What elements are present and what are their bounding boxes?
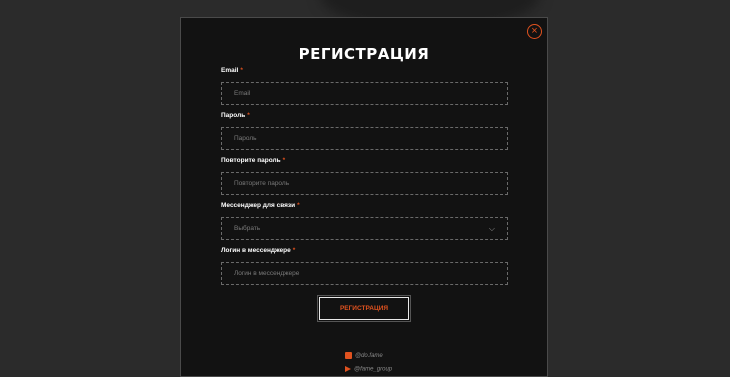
register-button[interactable]: РЕГИСТРАЦИЯ [317, 295, 411, 322]
social-telegram[interactable]: @fame_group [345, 366, 392, 373]
email-field[interactable]: Email [221, 82, 508, 105]
messenger-login-label: Логин в мессенджере * [221, 247, 296, 254]
messenger-select[interactable]: Выбрать ⌵ [221, 217, 508, 240]
telegram-icon [345, 366, 351, 372]
messenger-login-field[interactable]: Логин в мессенджере [221, 262, 508, 285]
social-instagram[interactable]: @do.fame [345, 352, 383, 359]
messenger-label: Мессенджер для связи * [221, 202, 300, 209]
repeat-password-field[interactable]: Повторите пароль [221, 172, 508, 195]
password-label: Пароль * [221, 112, 250, 119]
close-icon[interactable]: × [527, 24, 542, 39]
email-label: Email * [221, 67, 243, 74]
repeat-password-label: Повторите пароль * [221, 157, 286, 164]
modal-title: РЕГИСТРАЦИЯ [298, 45, 430, 63]
registration-modal: × РЕГИСТРАЦИЯ Email * Email Пароль * Парол… [180, 17, 548, 377]
password-field[interactable]: Пароль [221, 127, 508, 150]
chevron-down-icon: ⌵ [488, 224, 495, 233]
instagram-icon [345, 352, 352, 359]
